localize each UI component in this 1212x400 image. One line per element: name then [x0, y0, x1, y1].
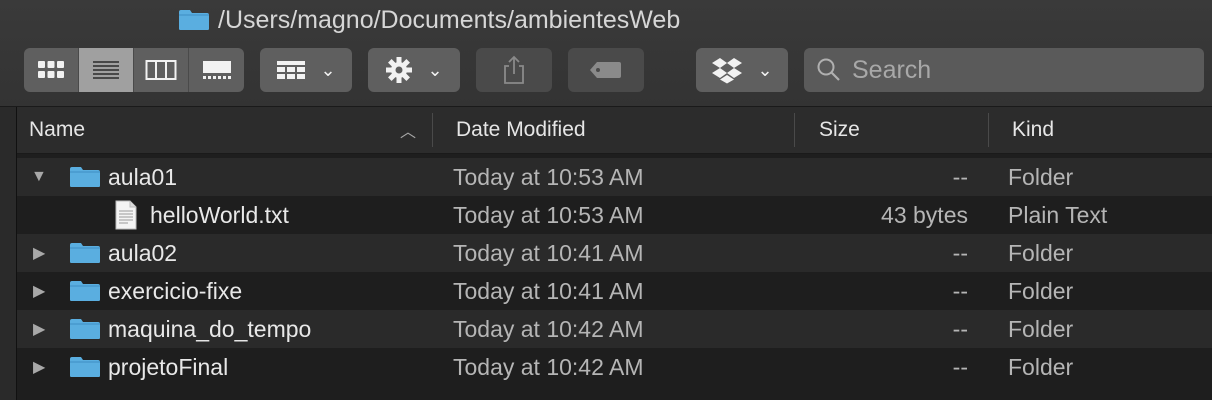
text-file-icon [115, 200, 137, 230]
file-date: Today at 10:53 AM [453, 163, 644, 190]
icon-view-button[interactable] [24, 48, 79, 92]
folder-icon [179, 10, 209, 30]
column-header-size-label: Size [819, 118, 860, 141]
share-button[interactable] [476, 48, 552, 92]
file-size: -- [952, 163, 968, 190]
folder-icon [70, 357, 100, 377]
file-date: Today at 10:41 AM [453, 277, 644, 304]
column-header-size[interactable]: Size [819, 107, 860, 153]
sidebar-edge [0, 107, 17, 400]
disclosure-collapsed-icon[interactable]: ▶ [33, 234, 45, 272]
file-name: helloWorld.txt [150, 201, 289, 228]
column-header-row: Name ︿ Date Modified Size Kind [17, 107, 1212, 154]
file-kind: Folder [1008, 353, 1074, 380]
file-date: Today at 10:42 AM [453, 353, 644, 380]
file-name: aula01 [108, 163, 178, 190]
gear-icon [386, 57, 413, 83]
file-kind: Folder [1008, 163, 1074, 190]
sort-ascending-icon: ︿ [400, 124, 417, 141]
view-mode-segmented-control [24, 48, 244, 92]
column-header-date-label: Date Modified [456, 118, 586, 141]
disclosure-collapsed-icon[interactable]: ▶ [33, 310, 45, 348]
column-header-name[interactable]: Name [29, 107, 85, 153]
file-row[interactable]: ▼ aula01 Today at 10:53 AM -- Folder [17, 158, 1212, 196]
share-icon [504, 55, 524, 84]
file-row[interactable]: ▶ maquina_do_tempo Today at 10:42 AM -- … [17, 310, 1212, 348]
file-date: Today at 10:53 AM [453, 201, 644, 228]
chevron-down-icon: ⌄ [320, 59, 336, 80]
folder-icon [70, 243, 100, 263]
chevron-down-icon: ⌄ [427, 59, 443, 80]
file-size: -- [952, 315, 968, 342]
finder-toolbar: /Users/magno/Documents/ambientesWeb ⌄ ⌄ … [0, 0, 1212, 107]
column-header-name-label: Name [29, 118, 86, 141]
column-view-button[interactable] [134, 48, 189, 92]
file-name: aula02 [108, 239, 178, 266]
file-date: Today at 10:42 AM [453, 315, 644, 342]
search-icon [817, 58, 840, 81]
search-input[interactable]: Search [852, 56, 931, 85]
file-name: projetoFinal [108, 353, 229, 380]
file-name: maquina_do_tempo [108, 315, 312, 342]
column-divider[interactable] [794, 113, 795, 147]
file-row[interactable]: helloWorld.txt Today at 10:53 AM 43 byte… [17, 196, 1212, 234]
folder-icon [70, 167, 100, 187]
gallery-icon [202, 61, 231, 79]
file-size: -- [952, 277, 968, 304]
file-list: ▼ aula01 Today at 10:53 AM -- Folder hel… [17, 158, 1212, 386]
search-field[interactable]: Search [804, 48, 1204, 92]
dropbox-icon [712, 58, 743, 84]
gallery-view-button[interactable] [189, 48, 244, 92]
file-kind: Plain Text [1008, 201, 1108, 228]
column-header-kind-label: Kind [1012, 118, 1055, 141]
disclosure-collapsed-icon[interactable]: ▶ [33, 272, 45, 310]
column-header-date[interactable]: Date Modified [456, 107, 586, 153]
file-kind: Folder [1008, 239, 1074, 266]
column-divider[interactable] [988, 113, 989, 147]
chevron-down-icon: ⌄ [757, 59, 773, 80]
dropbox-button[interactable]: ⌄ [696, 48, 788, 92]
tag-icon [590, 62, 621, 78]
action-menu-button[interactable]: ⌄ [368, 48, 460, 92]
window-title: /Users/magno/Documents/ambientesWeb [178, 4, 680, 36]
file-row[interactable]: ▶ projetoFinal Today at 10:42 AM -- Fold… [17, 348, 1212, 386]
file-size: 43 bytes [881, 201, 968, 228]
file-date: Today at 10:41 AM [453, 239, 644, 266]
grid-icon [38, 61, 64, 78]
disclosure-expanded-icon[interactable]: ▼ [31, 158, 47, 196]
file-row[interactable]: ▶ aula02 Today at 10:41 AM -- Folder [17, 234, 1212, 272]
group-by-button[interactable]: ⌄ [260, 48, 352, 92]
folder-icon [70, 319, 100, 339]
file-kind: Folder [1008, 277, 1074, 304]
columns-icon [145, 60, 177, 80]
file-size: -- [952, 239, 968, 266]
file-name: exercicio-fixe [108, 277, 243, 304]
file-size: -- [952, 353, 968, 380]
column-divider[interactable] [432, 113, 433, 147]
group-grid-icon [277, 61, 306, 79]
file-row[interactable]: ▶ exercicio-fixe Today at 10:41 AM -- Fo… [17, 272, 1212, 310]
edit-tags-button[interactable] [568, 48, 644, 92]
file-kind: Folder [1008, 315, 1074, 342]
folder-icon [70, 281, 100, 301]
list-icon [93, 61, 119, 79]
column-header-kind[interactable]: Kind [1012, 107, 1054, 153]
disclosure-collapsed-icon[interactable]: ▶ [33, 348, 45, 386]
path-text: /Users/magno/Documents/ambientesWeb [218, 5, 681, 34]
list-view-button[interactable] [79, 48, 134, 92]
